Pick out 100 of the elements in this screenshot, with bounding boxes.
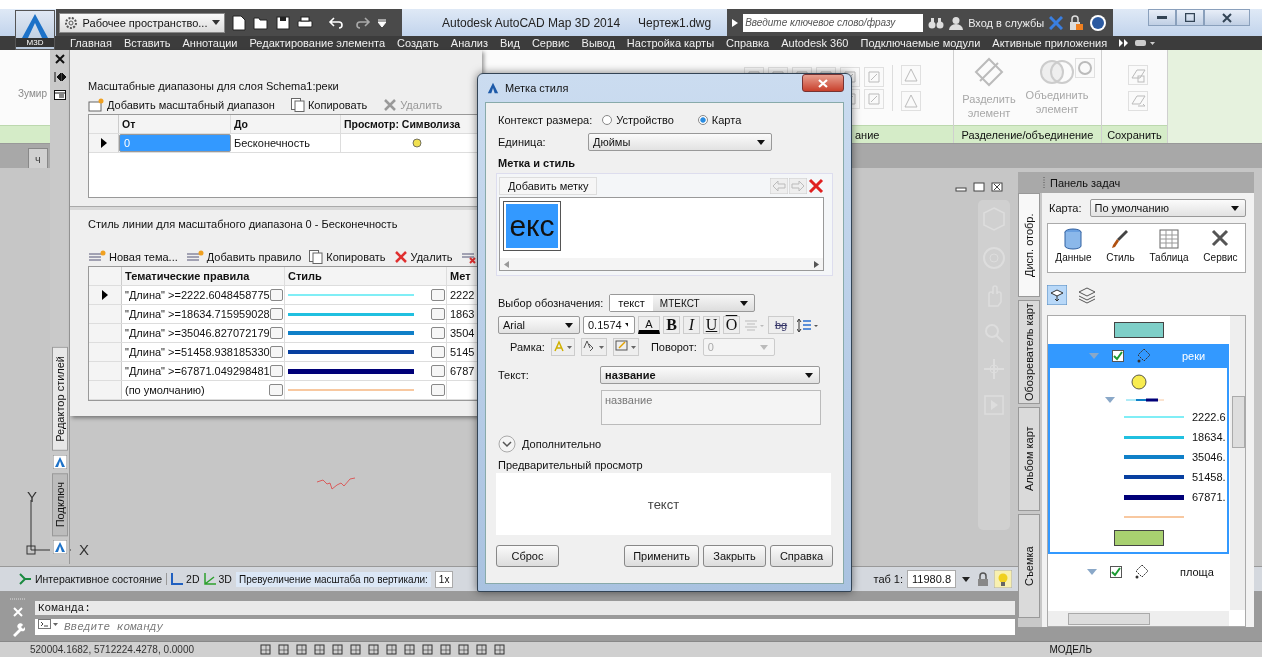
tool-button[interactable]: Таблица [1149, 228, 1189, 268]
dialog-button[interactable]: Применить [624, 545, 699, 567]
format-button[interactable]: O [723, 316, 740, 334]
close-button[interactable] [1204, 9, 1250, 26]
drafting-toggle-icon[interactable] [476, 644, 487, 655]
symbol-dropdown[interactable]: текст МТЕКСТ [609, 294, 756, 312]
ellipsis-button[interactable] [431, 365, 445, 377]
toolbar-button[interactable]: Добавить масштабный диапазон [88, 98, 275, 112]
sign-in-button[interactable]: Вход в службы [968, 16, 1045, 29]
row-header-cell[interactable] [89, 324, 122, 342]
scale-field[interactable]: 11980.8 [907, 570, 956, 588]
lock-alert-icon[interactable] [1068, 14, 1085, 31]
font-color-button[interactable]: A [638, 316, 660, 334]
label-thumbnail[interactable]: екс [503, 201, 561, 251]
restore-icon[interactable] [973, 182, 985, 192]
line-spacing-icon[interactable] [797, 317, 819, 333]
minimize-ribbon-icon[interactable] [1135, 39, 1156, 47]
ribbon-tab[interactable]: Подключаемые модули [854, 36, 987, 50]
exaggeration-value[interactable]: 1x [434, 570, 454, 588]
2d-button[interactable]: 2D [166, 573, 200, 585]
exchange-icon[interactable] [1049, 15, 1064, 30]
toolbar-button[interactable]: Копировать [309, 250, 386, 264]
side-tab[interactable]: Съемка [1018, 514, 1040, 618]
drafting-toggle-icon[interactable] [386, 644, 397, 655]
dialog-button[interactable]: Закрыть [703, 545, 766, 567]
side-tab[interactable]: Дисп. отобр. [1018, 193, 1040, 297]
table-cell[interactable]: "Длина" >=51458.938185330 [125, 346, 270, 358]
text-dropdown[interactable]: название [600, 366, 820, 384]
toolbar-button[interactable]: Новая тема... [88, 250, 178, 264]
scroll-left-icon[interactable] [504, 260, 509, 268]
side-tab[interactable]: Обозреватель карт [1018, 300, 1040, 404]
column-header[interactable]: До [231, 115, 341, 133]
table-cell[interactable]: (по умолчанию) [125, 384, 205, 396]
row-header-cell[interactable] [89, 343, 122, 361]
column-header[interactable]: Тематические правила [122, 267, 285, 285]
row-header-cell[interactable] [89, 381, 122, 399]
dialog-button[interactable]: Сброс [496, 545, 559, 567]
folder-icon[interactable] [253, 15, 269, 30]
palette-tab[interactable]: Редактор стилей [51, 346, 68, 451]
radio-option[interactable]: Устройство [602, 114, 674, 126]
tool-button[interactable]: Стиль [1106, 228, 1135, 268]
format-button[interactable]: I [683, 316, 700, 334]
light-bulb-icon[interactable] [994, 570, 1012, 588]
redo-icon[interactable] [353, 16, 371, 29]
table-cell[interactable]: "Длина" >=2222.6048458775 [125, 289, 270, 301]
checkbox[interactable] [1112, 350, 1124, 362]
layers-icon[interactable] [1077, 285, 1097, 305]
ribbon-tab[interactable]: Создать [391, 36, 445, 50]
row-header-cell[interactable] [89, 362, 122, 380]
unit-dropdown[interactable]: Дюймы [588, 133, 772, 151]
drafting-toggle-icon[interactable] [422, 644, 433, 655]
new-file-icon[interactable] [232, 14, 246, 31]
row-header-cell[interactable] [89, 305, 122, 323]
ribbon-tab[interactable]: Справка [720, 36, 776, 50]
close-icon[interactable] [54, 54, 65, 64]
map-dropdown[interactable]: По умолчанию [1089, 199, 1246, 217]
ribbon-tab[interactable]: Анализ [444, 36, 494, 50]
ellipsis-button[interactable] [431, 384, 445, 396]
ellipsis-button[interactable] [431, 308, 445, 320]
ribbon-tab[interactable]: Аннотации [176, 36, 244, 50]
ellipsis-button[interactable] [269, 308, 283, 320]
toolbar-button[interactable]: Добавить правило [185, 250, 302, 264]
table-cell[interactable]: "Длина" >=18634.715959028 [125, 308, 270, 320]
restore-button[interactable] [1176, 9, 1204, 26]
zoom-button[interactable]: Зумир [18, 88, 47, 99]
ellipsis-button[interactable] [269, 346, 283, 358]
more-tabs-icon[interactable] [1119, 39, 1130, 47]
close-icon[interactable] [991, 182, 1003, 192]
search-field[interactable]: Введите ключевое слово/фразу [743, 13, 924, 32]
table-cell[interactable]: 5145 [450, 346, 475, 358]
drafting-toggle-icon[interactable] [314, 644, 325, 655]
frame-fill-icon[interactable] [580, 338, 607, 356]
ribbon-tab[interactable]: Редактирование элемента [243, 36, 392, 50]
ellipsis-button[interactable] [269, 289, 283, 301]
drafting-toggle-icon[interactable] [494, 644, 505, 655]
ribbon-tab[interactable]: Сервис [525, 36, 576, 50]
ellipsis-button[interactable] [431, 327, 445, 339]
ribbon-tab[interactable]: Настройка карты [620, 36, 721, 50]
toolbar-button[interactable]: Копировать [290, 98, 368, 112]
text-size-dropdown[interactable]: 0.1574 [583, 316, 635, 334]
add-label-button[interactable]: Добавить метку [499, 177, 598, 195]
minimize-button[interactable] [1148, 9, 1176, 26]
properties-icon[interactable] [53, 90, 66, 100]
expander-icon[interactable] [1086, 568, 1098, 576]
ellipsis-button[interactable] [269, 365, 283, 377]
drafting-toggle-icon[interactable] [278, 644, 289, 655]
lock-icon[interactable] [976, 571, 990, 587]
layer-row[interactable]: площа [1048, 560, 1229, 584]
checkbox[interactable] [1110, 566, 1122, 578]
table-cell[interactable]: 6787 [450, 365, 475, 377]
undo-icon[interactable] [328, 16, 346, 29]
layer-load-icon[interactable] [1047, 285, 1067, 305]
frame-border-icon[interactable] [612, 338, 639, 356]
drafting-toggle-icon[interactable] [260, 644, 271, 655]
drafting-toggle-icon[interactable] [332, 644, 343, 655]
ribbon-tab[interactable]: Вид [494, 36, 526, 50]
ellipsis-button[interactable] [269, 384, 283, 396]
file-tab[interactable]: ч [28, 148, 48, 168]
auto-hide-icon[interactable] [53, 72, 66, 82]
ribbon-tab[interactable]: Autodesk 360 [775, 36, 855, 50]
